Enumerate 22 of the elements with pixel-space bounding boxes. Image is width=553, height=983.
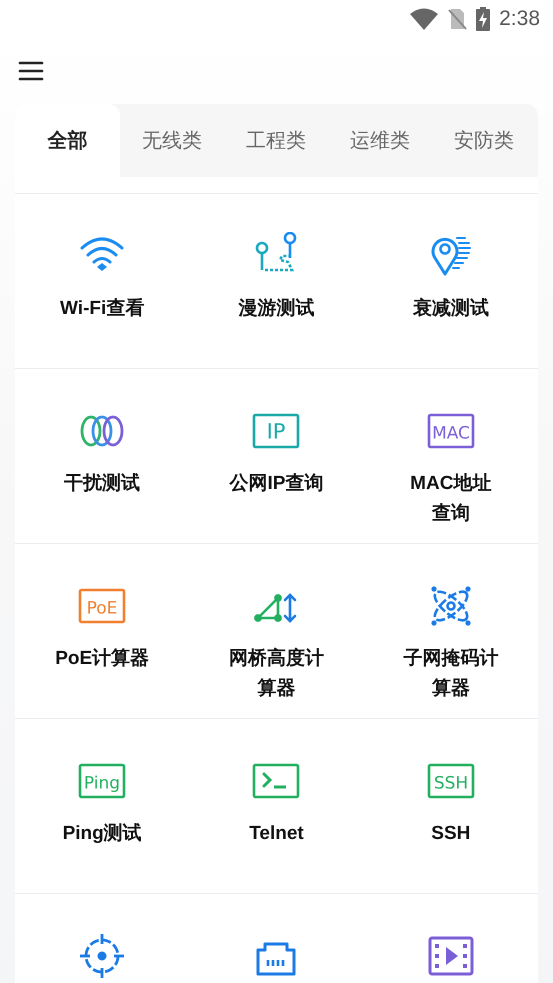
tool-label[interactable]: MAC地址查询	[402, 469, 500, 529]
tool-label[interactable]: 干扰测试	[64, 469, 140, 499]
tool-label[interactable]: Telnet	[249, 819, 304, 849]
category-tab[interactable]: 工程类	[224, 104, 328, 177]
category-tab[interactable]: 安防类	[432, 104, 536, 177]
clock-time: 2:38	[499, 6, 540, 32]
category-tab[interactable]: 运维类	[328, 104, 432, 177]
tool-label[interactable]: 衰减测试	[412, 294, 489, 324]
tool-label[interactable]: Ping测试	[62, 819, 142, 849]
tool-label[interactable]: 漫游测试	[238, 294, 314, 324]
menu-icon[interactable]	[18, 60, 44, 82]
tool-label[interactable]: SSH	[431, 819, 470, 849]
wifi-signal-icon	[410, 8, 438, 30]
tool-label[interactable]: 子网掩码计算器	[402, 644, 500, 704]
tool-label[interactable]: PoE计算器	[55, 644, 150, 674]
category-tab[interactable]: 无线类	[120, 104, 224, 177]
tool-label[interactable]: 公网IP查询	[230, 469, 324, 499]
no-sim-icon	[447, 8, 468, 30]
battery-charging-icon	[476, 7, 490, 31]
tool-label[interactable]: Wi-Fi查看	[60, 294, 144, 324]
tool-label[interactable]: 网桥高度计算器	[228, 644, 325, 704]
category-tab[interactable]: 全部	[15, 104, 120, 177]
